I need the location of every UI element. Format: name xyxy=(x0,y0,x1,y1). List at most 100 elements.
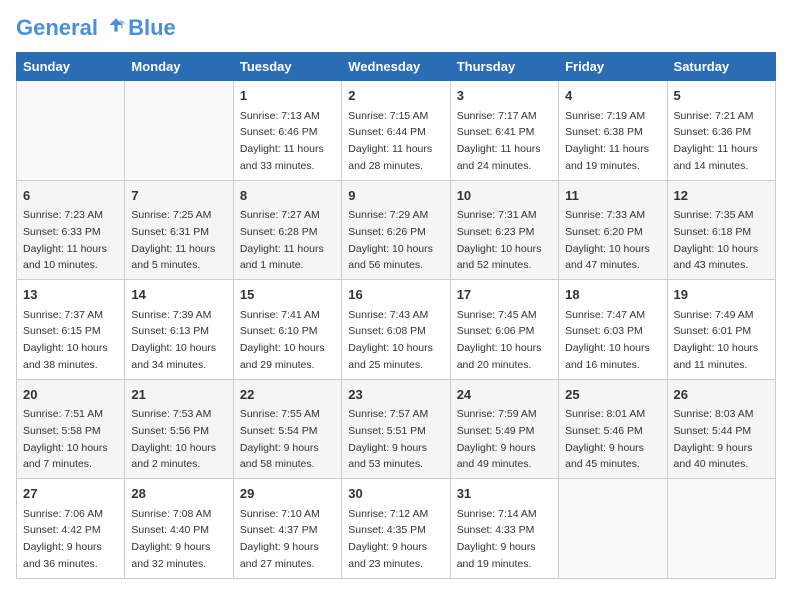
calendar-cell: 31 Sunrise: 7:14 AMSunset: 4:33 PMDaylig… xyxy=(450,479,558,579)
calendar-cell: 6 Sunrise: 7:23 AMSunset: 6:33 PMDayligh… xyxy=(17,180,125,280)
day-info: Sunrise: 8:01 AMSunset: 5:46 PMDaylight:… xyxy=(565,408,645,470)
day-info: Sunrise: 7:43 AMSunset: 6:08 PMDaylight:… xyxy=(348,309,433,371)
calendar-cell: 14 Sunrise: 7:39 AMSunset: 6:13 PMDaylig… xyxy=(125,280,233,380)
day-number: 2 xyxy=(348,86,443,106)
header-day-tuesday: Tuesday xyxy=(233,53,341,81)
day-info: Sunrise: 7:10 AMSunset: 4:37 PMDaylight:… xyxy=(240,508,320,570)
day-number: 20 xyxy=(23,385,118,405)
day-info: Sunrise: 7:37 AMSunset: 6:15 PMDaylight:… xyxy=(23,309,108,371)
day-number: 4 xyxy=(565,86,660,106)
header-day-sunday: Sunday xyxy=(17,53,125,81)
day-info: Sunrise: 7:59 AMSunset: 5:49 PMDaylight:… xyxy=(457,408,537,470)
day-info: Sunrise: 7:14 AMSunset: 4:33 PMDaylight:… xyxy=(457,508,537,570)
calendar-cell: 20 Sunrise: 7:51 AMSunset: 5:58 PMDaylig… xyxy=(17,379,125,479)
day-number: 19 xyxy=(674,285,769,305)
calendar-cell: 8 Sunrise: 7:27 AMSunset: 6:28 PMDayligh… xyxy=(233,180,341,280)
calendar-cell xyxy=(17,81,125,181)
header-day-saturday: Saturday xyxy=(667,53,775,81)
calendar-table: SundayMondayTuesdayWednesdayThursdayFrid… xyxy=(16,52,776,579)
day-info: Sunrise: 7:17 AMSunset: 6:41 PMDaylight:… xyxy=(457,110,541,172)
day-info: Sunrise: 7:31 AMSunset: 6:23 PMDaylight:… xyxy=(457,209,542,271)
day-info: Sunrise: 8:03 AMSunset: 5:44 PMDaylight:… xyxy=(674,408,754,470)
day-info: Sunrise: 7:19 AMSunset: 6:38 PMDaylight:… xyxy=(565,110,649,172)
calendar-cell: 27 Sunrise: 7:06 AMSunset: 4:42 PMDaylig… xyxy=(17,479,125,579)
logo-icon xyxy=(106,15,126,35)
calendar-cell: 9 Sunrise: 7:29 AMSunset: 6:26 PMDayligh… xyxy=(342,180,450,280)
day-number: 30 xyxy=(348,484,443,504)
day-info: Sunrise: 7:49 AMSunset: 6:01 PMDaylight:… xyxy=(674,309,759,371)
day-number: 15 xyxy=(240,285,335,305)
day-info: Sunrise: 7:12 AMSunset: 4:35 PMDaylight:… xyxy=(348,508,428,570)
logo: General Blue xyxy=(16,16,176,40)
day-info: Sunrise: 7:08 AMSunset: 4:40 PMDaylight:… xyxy=(131,508,211,570)
calendar-cell: 2 Sunrise: 7:15 AMSunset: 6:44 PMDayligh… xyxy=(342,81,450,181)
calendar-cell: 5 Sunrise: 7:21 AMSunset: 6:36 PMDayligh… xyxy=(667,81,775,181)
calendar-cell: 13 Sunrise: 7:37 AMSunset: 6:15 PMDaylig… xyxy=(17,280,125,380)
calendar-cell: 28 Sunrise: 7:08 AMSunset: 4:40 PMDaylig… xyxy=(125,479,233,579)
day-number: 29 xyxy=(240,484,335,504)
day-number: 14 xyxy=(131,285,226,305)
day-number: 8 xyxy=(240,186,335,206)
calendar-cell: 10 Sunrise: 7:31 AMSunset: 6:23 PMDaylig… xyxy=(450,180,558,280)
day-number: 16 xyxy=(348,285,443,305)
header-day-wednesday: Wednesday xyxy=(342,53,450,81)
calendar-cell xyxy=(125,81,233,181)
calendar-cell: 12 Sunrise: 7:35 AMSunset: 6:18 PMDaylig… xyxy=(667,180,775,280)
calendar-cell: 30 Sunrise: 7:12 AMSunset: 4:35 PMDaylig… xyxy=(342,479,450,579)
day-number: 23 xyxy=(348,385,443,405)
day-number: 17 xyxy=(457,285,552,305)
day-number: 21 xyxy=(131,385,226,405)
calendar-cell: 11 Sunrise: 7:33 AMSunset: 6:20 PMDaylig… xyxy=(559,180,667,280)
day-number: 3 xyxy=(457,86,552,106)
day-info: Sunrise: 7:57 AMSunset: 5:51 PMDaylight:… xyxy=(348,408,428,470)
calendar-cell: 15 Sunrise: 7:41 AMSunset: 6:10 PMDaylig… xyxy=(233,280,341,380)
header-day-monday: Monday xyxy=(125,53,233,81)
day-info: Sunrise: 7:23 AMSunset: 6:33 PMDaylight:… xyxy=(23,209,107,271)
calendar-cell: 23 Sunrise: 7:57 AMSunset: 5:51 PMDaylig… xyxy=(342,379,450,479)
day-info: Sunrise: 7:41 AMSunset: 6:10 PMDaylight:… xyxy=(240,309,325,371)
calendar-cell: 26 Sunrise: 8:03 AMSunset: 5:44 PMDaylig… xyxy=(667,379,775,479)
header-day-thursday: Thursday xyxy=(450,53,558,81)
day-info: Sunrise: 7:29 AMSunset: 6:26 PMDaylight:… xyxy=(348,209,433,271)
day-info: Sunrise: 7:45 AMSunset: 6:06 PMDaylight:… xyxy=(457,309,542,371)
calendar-cell xyxy=(559,479,667,579)
header-day-friday: Friday xyxy=(559,53,667,81)
day-info: Sunrise: 7:33 AMSunset: 6:20 PMDaylight:… xyxy=(565,209,650,271)
day-info: Sunrise: 7:06 AMSunset: 4:42 PMDaylight:… xyxy=(23,508,103,570)
day-number: 9 xyxy=(348,186,443,206)
day-number: 22 xyxy=(240,385,335,405)
calendar-cell: 7 Sunrise: 7:25 AMSunset: 6:31 PMDayligh… xyxy=(125,180,233,280)
calendar-cell: 24 Sunrise: 7:59 AMSunset: 5:49 PMDaylig… xyxy=(450,379,558,479)
page-header: General Blue xyxy=(16,16,776,40)
calendar-cell: 21 Sunrise: 7:53 AMSunset: 5:56 PMDaylig… xyxy=(125,379,233,479)
calendar-cell: 22 Sunrise: 7:55 AMSunset: 5:54 PMDaylig… xyxy=(233,379,341,479)
calendar-cell: 4 Sunrise: 7:19 AMSunset: 6:38 PMDayligh… xyxy=(559,81,667,181)
calendar-cell xyxy=(667,479,775,579)
day-info: Sunrise: 7:51 AMSunset: 5:58 PMDaylight:… xyxy=(23,408,108,470)
calendar-cell: 18 Sunrise: 7:47 AMSunset: 6:03 PMDaylig… xyxy=(559,280,667,380)
calendar-cell: 25 Sunrise: 8:01 AMSunset: 5:46 PMDaylig… xyxy=(559,379,667,479)
calendar-week-4: 20 Sunrise: 7:51 AMSunset: 5:58 PMDaylig… xyxy=(17,379,776,479)
day-number: 28 xyxy=(131,484,226,504)
calendar-week-2: 6 Sunrise: 7:23 AMSunset: 6:33 PMDayligh… xyxy=(17,180,776,280)
day-number: 25 xyxy=(565,385,660,405)
logo-text: General xyxy=(16,16,126,40)
day-number: 1 xyxy=(240,86,335,106)
day-number: 24 xyxy=(457,385,552,405)
calendar-week-5: 27 Sunrise: 7:06 AMSunset: 4:42 PMDaylig… xyxy=(17,479,776,579)
calendar-cell: 29 Sunrise: 7:10 AMSunset: 4:37 PMDaylig… xyxy=(233,479,341,579)
calendar-cell: 17 Sunrise: 7:45 AMSunset: 6:06 PMDaylig… xyxy=(450,280,558,380)
day-info: Sunrise: 7:13 AMSunset: 6:46 PMDaylight:… xyxy=(240,110,324,172)
day-info: Sunrise: 7:35 AMSunset: 6:18 PMDaylight:… xyxy=(674,209,759,271)
day-number: 7 xyxy=(131,186,226,206)
calendar-week-1: 1 Sunrise: 7:13 AMSunset: 6:46 PMDayligh… xyxy=(17,81,776,181)
day-number: 13 xyxy=(23,285,118,305)
header-row: SundayMondayTuesdayWednesdayThursdayFrid… xyxy=(17,53,776,81)
day-info: Sunrise: 7:53 AMSunset: 5:56 PMDaylight:… xyxy=(131,408,216,470)
calendar-cell: 16 Sunrise: 7:43 AMSunset: 6:08 PMDaylig… xyxy=(342,280,450,380)
day-info: Sunrise: 7:47 AMSunset: 6:03 PMDaylight:… xyxy=(565,309,650,371)
day-number: 31 xyxy=(457,484,552,504)
day-info: Sunrise: 7:27 AMSunset: 6:28 PMDaylight:… xyxy=(240,209,324,271)
day-info: Sunrise: 7:25 AMSunset: 6:31 PMDaylight:… xyxy=(131,209,215,271)
day-number: 11 xyxy=(565,186,660,206)
